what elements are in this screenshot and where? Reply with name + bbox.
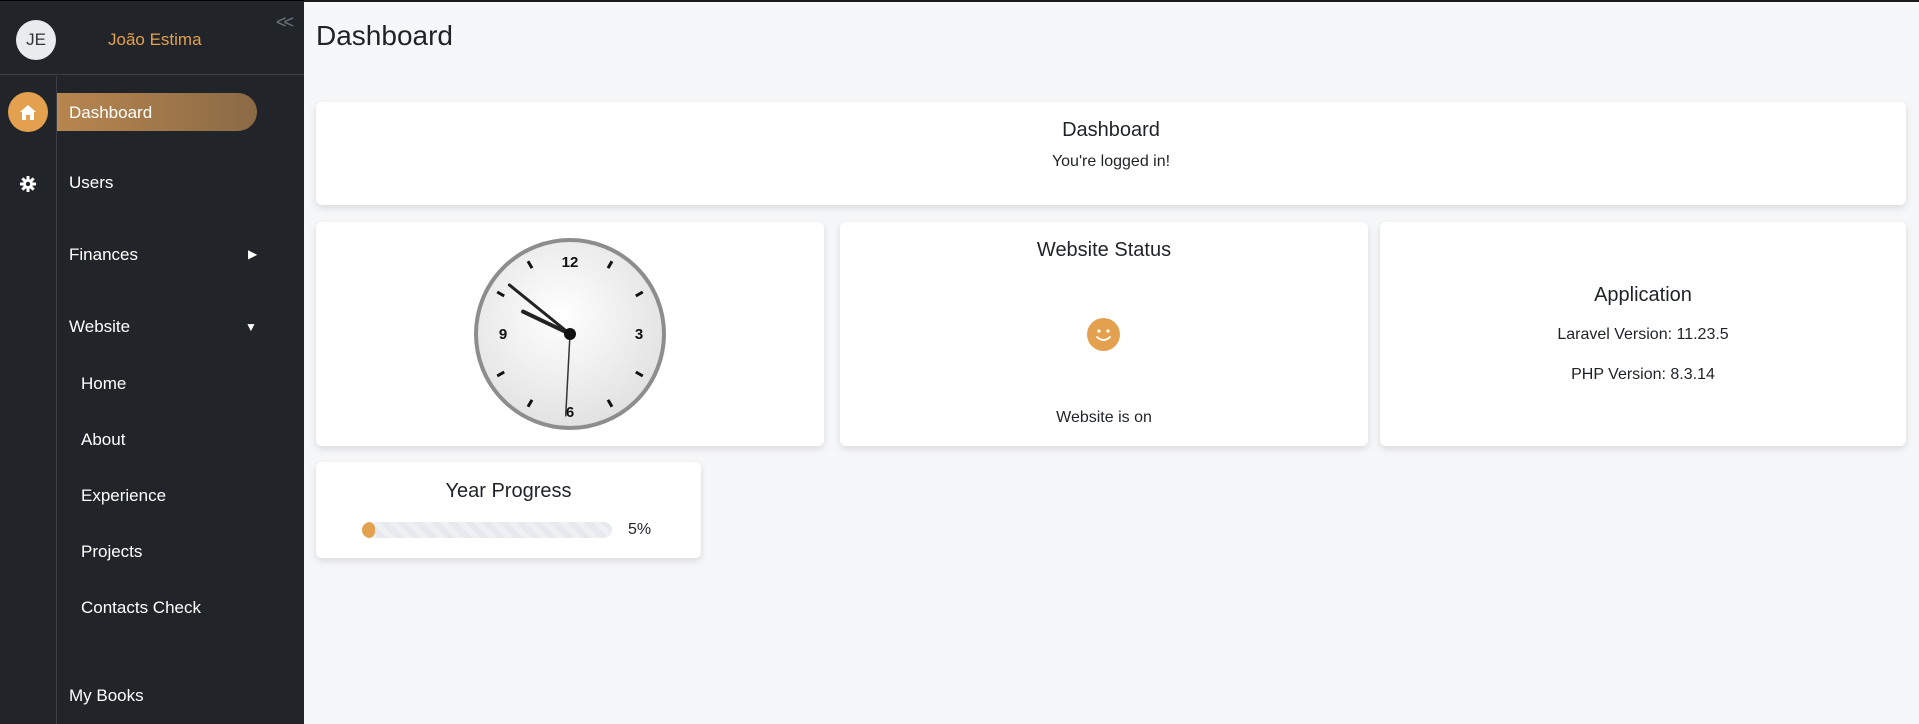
sidebar-item-finances[interactable]: Finances ▶: [57, 245, 257, 265]
sidebar-item-label: Finances: [69, 245, 138, 264]
caret-right-icon: ▶: [248, 247, 258, 261]
welcome-message: You're logged in!: [1051, 153, 1171, 170]
sidebar-item-about[interactable]: About: [81, 430, 125, 450]
user-name[interactable]: João Estima: [108, 30, 202, 50]
sidebar-item-dashboard[interactable]: Dashboard: [57, 93, 257, 131]
sidebar-item-experience[interactable]: Experience: [81, 486, 166, 506]
sidebar-item-website[interactable]: Website ▼: [57, 317, 257, 337]
welcome-title: Dashboard: [1062, 119, 1160, 141]
clock-card: 12 3 6 9: [316, 222, 824, 446]
app: JE João Estima << Dashboard Users Financ…: [0, 0, 1919, 724]
clock-center-pin: [564, 328, 576, 340]
website-status-card: Website Status Website is on: [840, 222, 1368, 446]
laravel-version: Laravel Version: 11.23.5: [1557, 326, 1729, 343]
gear-icon[interactable]: [8, 164, 48, 204]
icon-rail: [0, 76, 57, 724]
sidebar-header: JE João Estima <<: [0, 1, 304, 75]
sidebar-item-label: My Books: [69, 686, 144, 705]
application-title: Application: [1594, 284, 1692, 306]
sidebar-item-label: Users: [69, 173, 114, 192]
sidebar-item-label: Dashboard: [69, 103, 153, 122]
sidebar-item-projects[interactable]: Projects: [81, 542, 142, 562]
clock-number-6: 6: [566, 404, 574, 421]
double-chevron-left-icon[interactable]: <<: [276, 12, 294, 33]
year-progress-title: Year Progress: [445, 480, 572, 502]
year-progress-label: 5%: [628, 521, 652, 538]
sidebar-item-home[interactable]: Home: [81, 374, 126, 394]
welcome-card: Dashboard You're logged in!: [316, 102, 1906, 205]
home-icon[interactable]: [8, 92, 48, 132]
clock-number-3: 3: [635, 326, 643, 343]
sidebar-item-contacts-check[interactable]: Contacts Check: [81, 598, 201, 618]
website-status-title: Website Status: [1036, 239, 1172, 261]
main-content: Dashboard Dashboard You're logged in! 12…: [304, 0, 1919, 724]
analog-clock: 12 3 6 9: [474, 238, 666, 430]
page-title: Dashboard: [316, 20, 453, 51]
year-progress-bar: [362, 522, 612, 538]
year-progress-fill: [362, 522, 375, 538]
year-progress-card: Year Progress 5%: [316, 462, 701, 558]
php-version: PHP Version: 8.3.14: [1571, 366, 1715, 383]
sidebar-item-label: Website: [69, 317, 131, 336]
sidebar-item-my-books[interactable]: My Books: [57, 686, 144, 706]
clock-number-12: 12: [562, 254, 579, 271]
website-status-text: Website is on: [1056, 409, 1152, 426]
caret-down-icon: ▼: [245, 320, 257, 334]
avatar[interactable]: JE: [16, 20, 56, 60]
sidebar-item-users[interactable]: Users: [57, 173, 113, 193]
smiley-icon: [1087, 318, 1120, 351]
sidebar: JE João Estima << Dashboard Users Financ…: [0, 0, 304, 724]
clock-number-9: 9: [499, 326, 507, 343]
application-card: Application Laravel Version: 11.23.5 PHP…: [1380, 222, 1906, 446]
